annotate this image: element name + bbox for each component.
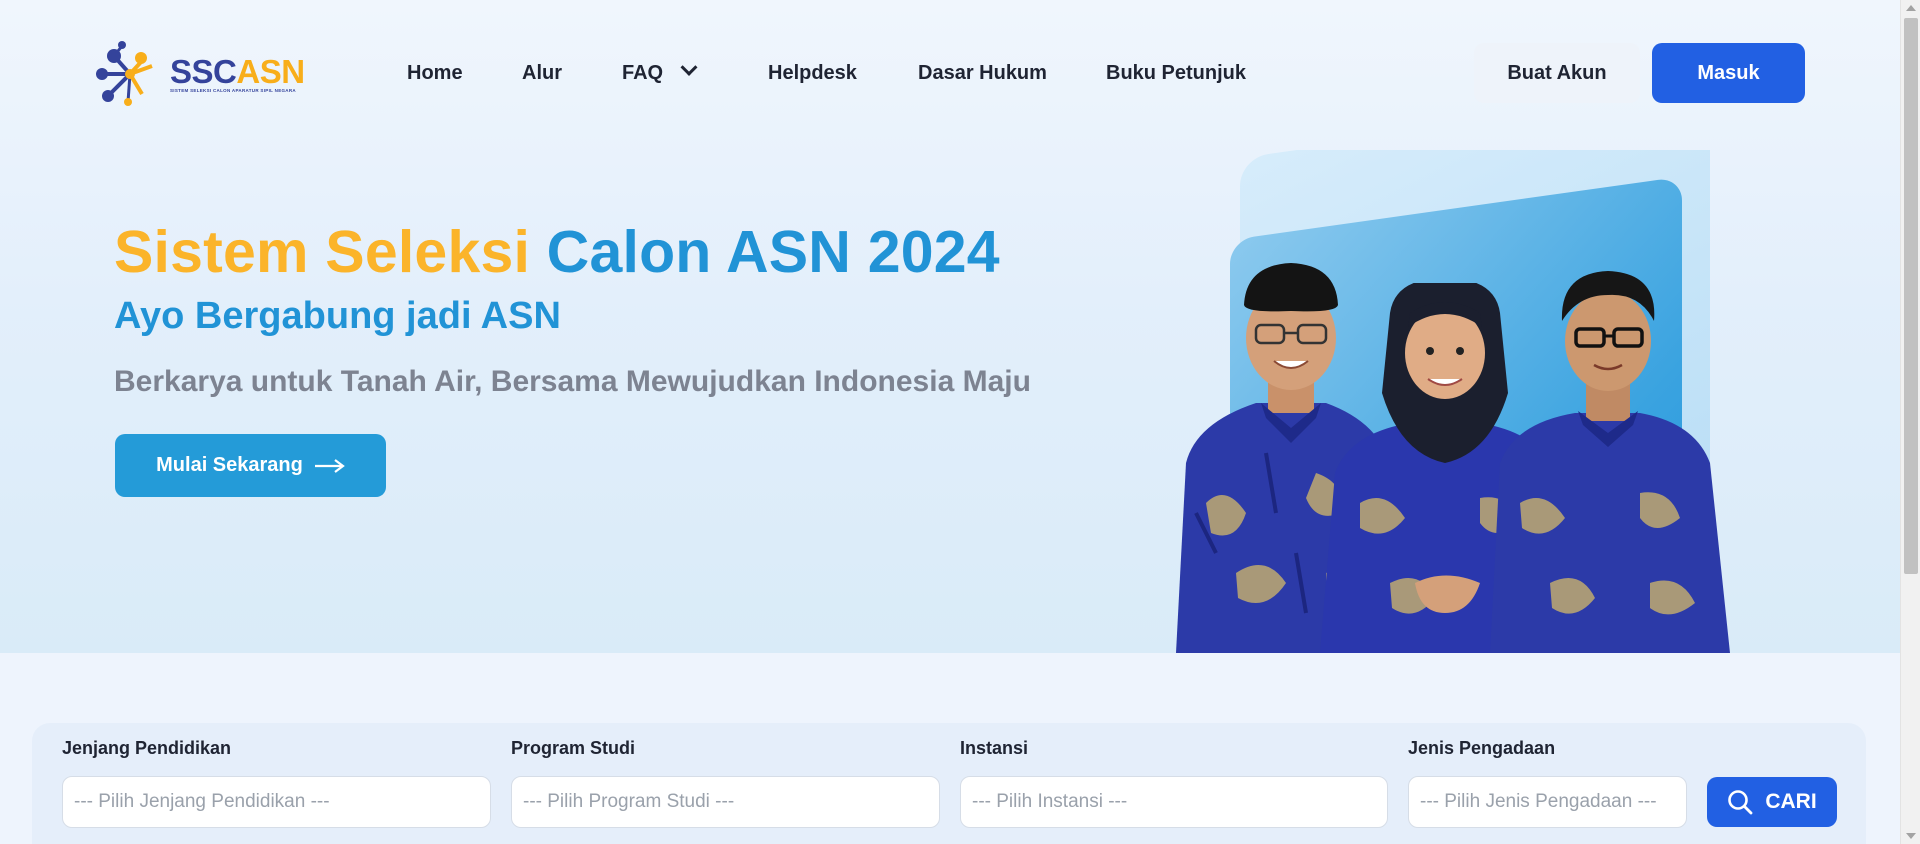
study-program-select[interactable]: --- Pilih Program Studi --- <box>511 776 940 828</box>
create-account-button[interactable]: Buat Akun <box>1474 43 1640 103</box>
study-program-label: Program Studi <box>511 738 636 758</box>
nav-buku-petunjuk[interactable]: Buku Petunjuk <box>1106 56 1246 90</box>
hero-subtitle: Ayo Bergabung jadi ASN <box>114 295 561 337</box>
person-right-image <box>1490 263 1730 653</box>
sscasn-logo[interactable]: SSCASN SISTEM SELEKSI CALON APARATUR SIP… <box>94 38 310 110</box>
search-button[interactable]: CARI <box>1707 777 1837 827</box>
logo-subtitle: SISTEM SELEKSI CALON APARATUR SIPIL NEGA… <box>170 87 296 93</box>
page-scrollbar[interactable] <box>1900 0 1920 844</box>
chevron-down-icon <box>680 58 698 76</box>
agency-label: Instansi <box>960 738 1029 758</box>
search-icon <box>1728 790 1753 815</box>
education-level-select[interactable]: --- Pilih Jenjang Pendidikan --- <box>62 776 491 828</box>
hero-illustration <box>1160 150 1760 653</box>
nav-faq[interactable]: FAQ <box>622 56 698 90</box>
nav-home[interactable]: Home <box>407 56 463 90</box>
login-button[interactable]: Masuk <box>1652 43 1805 103</box>
nav-faq-label: FAQ <box>622 62 664 84</box>
arrow-right-icon <box>314 458 345 473</box>
nav-helpdesk[interactable]: Helpdesk <box>768 56 857 90</box>
procurement-type-label: Jenis Pengadaan <box>1408 738 1556 758</box>
logo-molecule-icon <box>96 41 153 106</box>
hero-tagline: Berkarya untuk Tanah Air, Bersama Mewuju… <box>114 365 1031 398</box>
nav-alur[interactable]: Alur <box>522 56 562 90</box>
scroll-down-icon[interactable] <box>1906 833 1916 839</box>
scrollbar-thumb[interactable] <box>1904 18 1918 574</box>
start-now-label: Mulai Sekarang <box>156 454 303 476</box>
search-button-label: CARI <box>1765 790 1817 813</box>
education-level-label: Jenjang Pendidikan <box>62 738 232 758</box>
nav-dasar-hukum[interactable]: Dasar Hukum <box>918 56 1047 90</box>
logo-wordmark: SSCASN <box>170 52 305 90</box>
hero-title: Sistem Seleksi Calon ASN 2024 <box>114 219 1000 285</box>
scroll-up-icon[interactable] <box>1906 5 1916 11</box>
start-now-button[interactable]: Mulai Sekarang <box>115 434 386 497</box>
agency-select[interactable]: --- Pilih Instansi --- <box>960 776 1388 828</box>
procurement-type-select[interactable]: --- Pilih Jenis Pengadaan --- <box>1408 776 1687 828</box>
